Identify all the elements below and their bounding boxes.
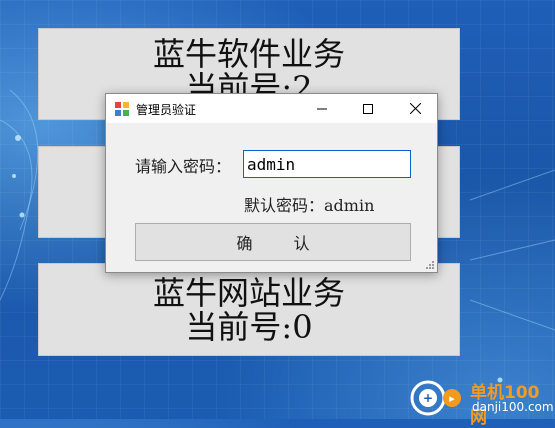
business-panel-website[interactable]: 蓝牛网站业务 当前号:0 — [38, 263, 460, 356]
minimize-icon — [317, 108, 327, 109]
default-password-hint: 默认密码：admin — [244, 196, 375, 215]
panel-title: 蓝牛软件业务 — [152, 35, 345, 73]
app-icon — [115, 102, 129, 116]
site-watermark: + ▸ 单机100网 danji100.com — [406, 374, 555, 428]
panel-current-number: 当前号:0 — [185, 308, 313, 346]
watermark-url: danji100.com — [472, 400, 554, 414]
admin-verify-dialog: 管理员验证 请输入密码： 默认密码：admin 确 认 — [105, 93, 438, 273]
close-button[interactable] — [392, 94, 438, 123]
password-input[interactable] — [243, 150, 411, 178]
maximize-icon — [363, 103, 373, 114]
resize-grip-icon[interactable] — [425, 260, 435, 270]
dialog-title: 管理员验证 — [136, 103, 197, 117]
maximize-button[interactable] — [345, 94, 391, 123]
svg-text:▸: ▸ — [449, 392, 455, 405]
password-prompt-label: 请输入密码： — [135, 157, 232, 176]
watermark-logo-icon: + ▸ — [410, 380, 461, 416]
minimize-button[interactable] — [299, 94, 345, 123]
confirm-button[interactable]: 确 认 — [135, 223, 411, 261]
panel-title: 蓝牛网站业务 — [152, 274, 345, 312]
close-icon — [409, 103, 421, 114]
dialog-titlebar[interactable]: 管理员验证 — [106, 94, 437, 123]
svg-text:+: + — [423, 391, 433, 405]
